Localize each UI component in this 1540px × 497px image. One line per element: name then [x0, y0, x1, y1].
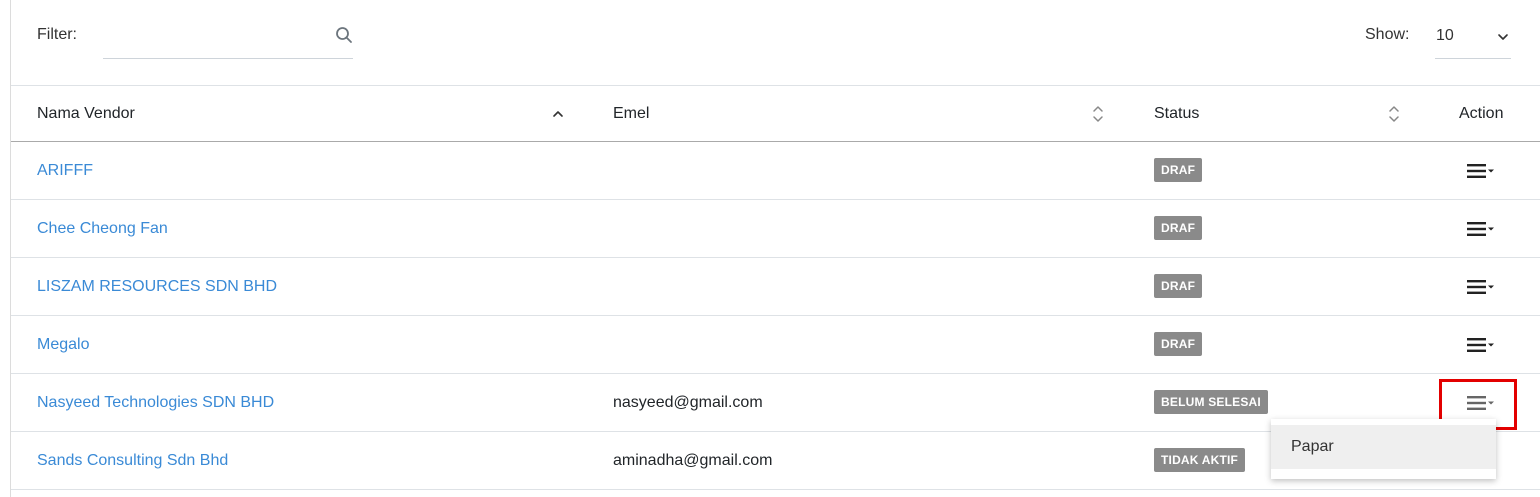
status-badge: DRAF — [1154, 332, 1203, 356]
hamburger-menu-icon[interactable] — [1467, 279, 1495, 295]
status-badge: DRAF — [1154, 216, 1203, 240]
menu-item-papar[interactable]: Papar — [1271, 425, 1496, 469]
status-badge: DRAF — [1154, 158, 1203, 182]
page-size-select[interactable]: 10 — [1435, 18, 1511, 59]
vendor-name-link[interactable]: Sands Consulting Sdn Bhd — [37, 452, 228, 470]
column-header-status[interactable]: Status — [1154, 105, 1199, 123]
page-size-value: 10 — [1436, 27, 1454, 44]
column-header-action: Action — [1459, 105, 1504, 122]
table-row: LISZAM RESOURCES SDN BHD DRAF — [11, 258, 1540, 316]
table-header: Nama Vendor Emel Status Action — [11, 86, 1540, 142]
column-header-nama-vendor[interactable]: Nama Vendor — [37, 105, 135, 123]
filter-field — [103, 18, 353, 59]
vendor-name-link[interactable]: Chee Cheong Fan — [37, 220, 168, 238]
action-dropdown-menu: Papar — [1271, 419, 1496, 479]
vendor-name-link[interactable]: ARIFFF — [37, 162, 93, 180]
vendor-name-link[interactable]: LISZAM RESOURCES SDN BHD — [37, 278, 277, 296]
sort-icon[interactable] — [1388, 104, 1400, 124]
show-label: Show: — [1365, 26, 1410, 43]
vendor-email: aminadha@gmail.com — [613, 452, 773, 469]
column-header-emel[interactable]: Emel — [613, 105, 649, 123]
status-badge: TIDAK AKTIF — [1154, 448, 1246, 472]
hamburger-menu-icon[interactable] — [1467, 337, 1495, 353]
table-toolbar: Filter: Show: 10 — [11, 0, 1540, 86]
hamburger-menu-icon[interactable] — [1467, 221, 1495, 237]
filter-label: Filter: — [37, 26, 77, 43]
status-badge: DRAF — [1154, 274, 1203, 298]
chevron-down-icon — [1498, 34, 1508, 40]
search-icon[interactable] — [335, 26, 353, 44]
vendor-table-panel: Filter: Show: 10 Nama Vendor Emel Status — [10, 0, 1540, 497]
filter-input[interactable] — [103, 24, 323, 52]
status-badge: BELUM SELESAI — [1154, 390, 1268, 414]
vendor-name-link[interactable]: Megalo — [37, 336, 89, 354]
sort-icon[interactable] — [1092, 104, 1104, 124]
vendor-name-link[interactable]: Nasyeed Technologies SDN BHD — [37, 394, 274, 412]
hamburger-menu-icon[interactable] — [1467, 163, 1495, 179]
table-row: Chee Cheong Fan DRAF — [11, 200, 1540, 258]
table-row: ARIFFF DRAF — [11, 142, 1540, 200]
vendor-email: nasyeed@gmail.com — [613, 394, 763, 411]
sort-asc-icon[interactable] — [552, 104, 564, 124]
table-row: Megalo DRAF — [11, 316, 1540, 374]
